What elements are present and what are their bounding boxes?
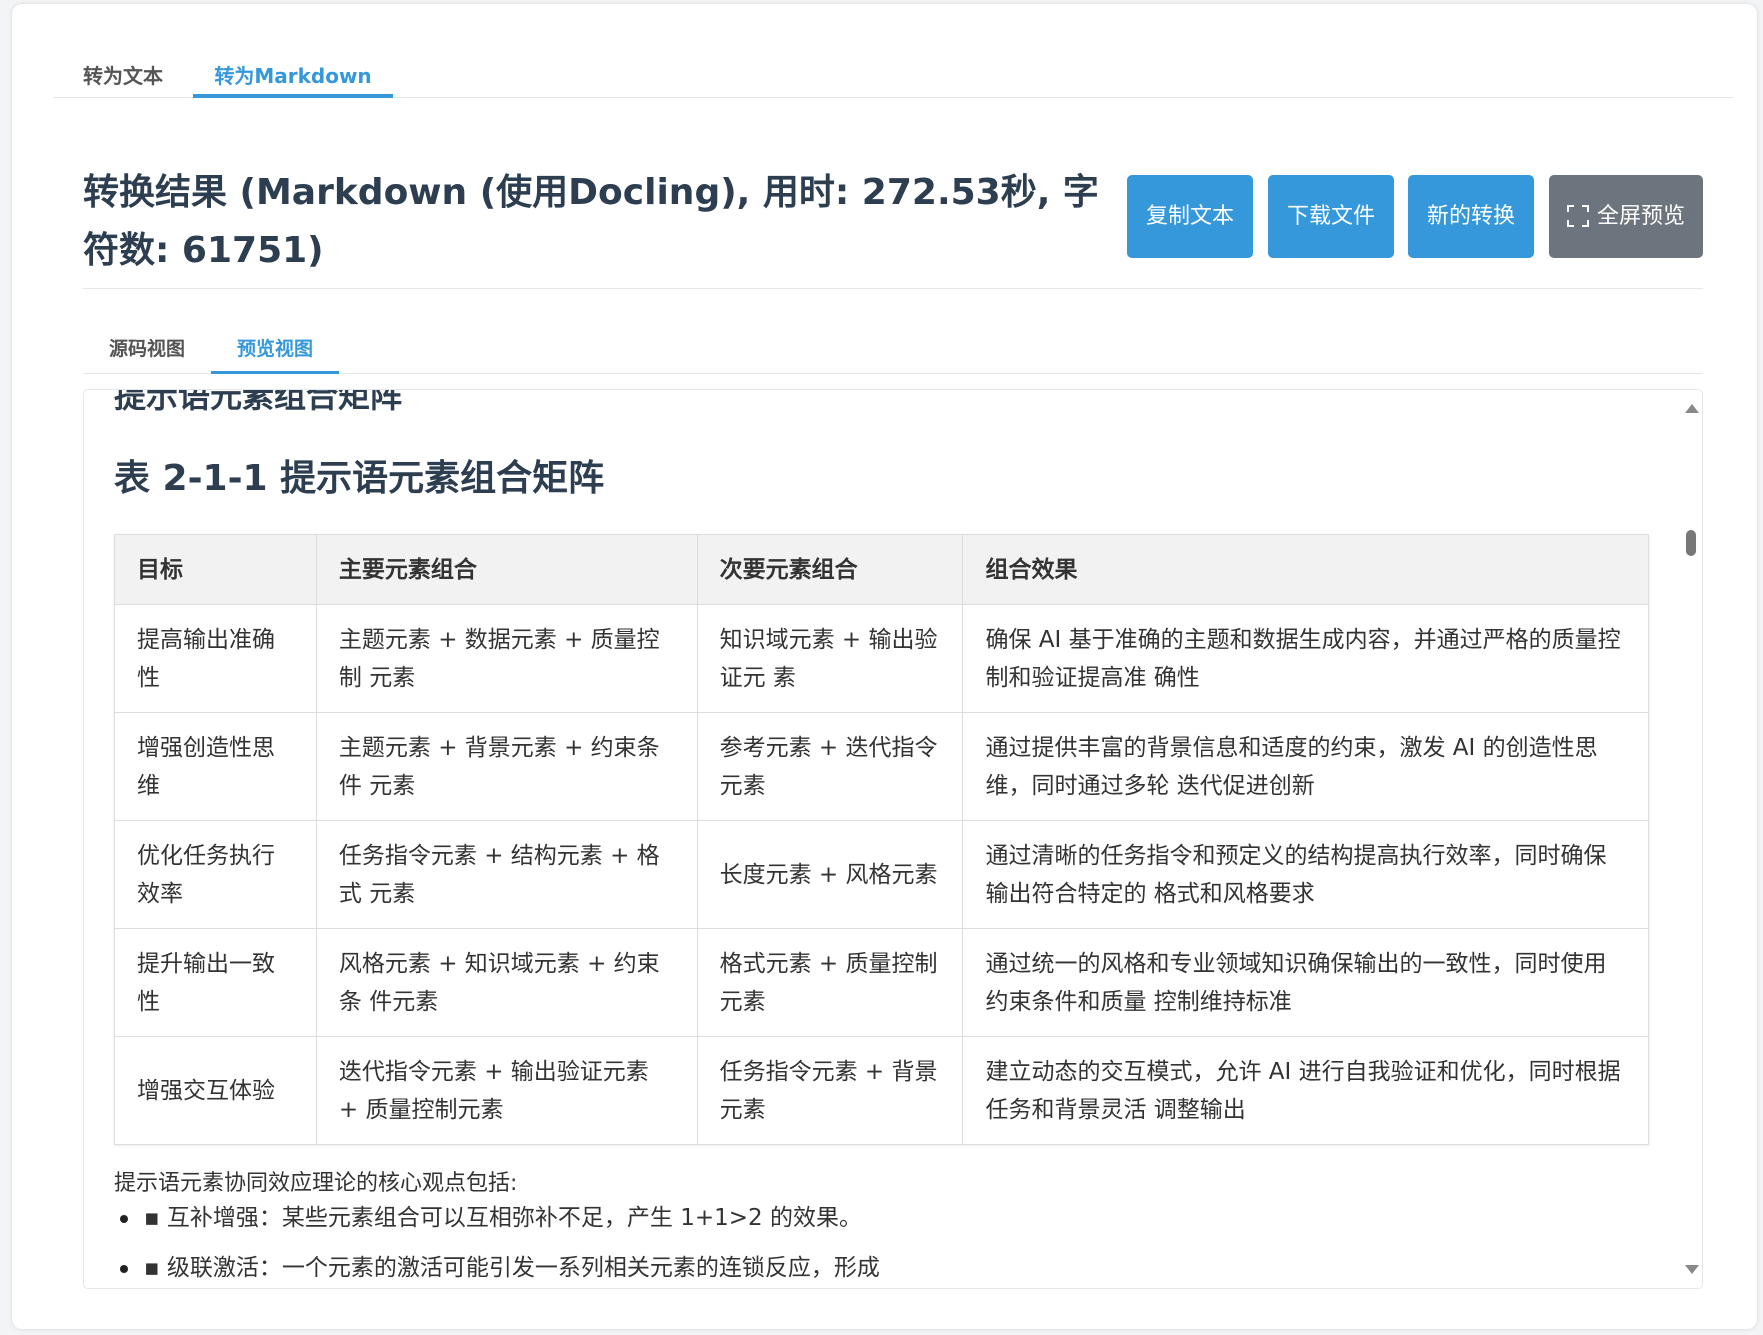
scrollbar-thumb[interactable] — [1686, 530, 1696, 556]
table-cell: 主题元素 + 背景元素 + 约束条件 元素 — [315, 712, 698, 821]
table-cell: 通过统一的风格和专业领域知识确保输出的一致性，同时使用约束条件和质量 控制维持标… — [962, 928, 1649, 1037]
table-cell: 长度元素 + 风格元素 — [696, 820, 964, 929]
table-row: 提高输出准确性 主题元素 + 数据元素 + 质量控制 元素 知识域元素 + 输出… — [114, 604, 1649, 713]
tab-to-text[interactable]: 转为文本 — [53, 50, 193, 98]
table-cell: 任务指令元素 + 结构元素 + 格式 元素 — [315, 820, 698, 929]
table-cell: 通过提供丰富的背景信息和适度的约束，激发 AI 的创造性思维，同时通过多轮 迭代… — [962, 712, 1649, 821]
table-header-row: 目标 主要元素组合 次要元素组合 组合效果 — [114, 534, 1649, 605]
result-header: 转换结果 (Markdown (使用Docling), 用时: 272.53秒,… — [83, 149, 1703, 289]
table-header-cell: 组合效果 — [962, 534, 1649, 605]
converter-panel: 转为文本 转为Markdown 转换结果 (Markdown (使用Doclin… — [12, 4, 1757, 1329]
table-header-cell: 主要元素组合 — [315, 534, 698, 605]
table-cell: 确保 AI 基于准确的主题和数据生成内容，并通过严格的质量控制和验证提高准 确性 — [962, 604, 1649, 713]
scroll-up-arrow-icon[interactable] — [1685, 404, 1699, 413]
table-cell: 提高输出准确性 — [114, 604, 317, 713]
table-cell: 知识域元素 + 输出验证元 素 — [696, 604, 964, 713]
table-cell: 任务指令元素 + 背景元素 — [696, 1036, 964, 1145]
preview-content: 提示语元素组合矩阵 表 2-1-1 提示语元素组合矩阵 目标 主要元素组合 次要… — [114, 389, 1654, 1288]
table-row: 提升输出一致性 风格元素 + 知识域元素 + 约束条 件元素 格式元素 + 质量… — [114, 928, 1649, 1037]
table-cell: 迭代指令元素 + 输出验证元素 + 质量控制元素 — [315, 1036, 698, 1145]
tab-preview-view[interactable]: 预览视图 — [211, 320, 339, 374]
table-cell: 通过清晰的任务指令和预定义的结构提高执行效率，同时确保输出符合特定的 格式和风格… — [962, 820, 1649, 929]
expand-icon — [1566, 205, 1589, 227]
list-item: ▪ 级联激活：一个元素的激活可能引发一系列相关元素的连锁反应，形成 — [114, 1253, 1654, 1283]
table-header-cell: 目标 — [114, 534, 317, 605]
table-cell: 建立动态的交互模式，允许 AI 进行自我验证和优化，同时根据任务和背景灵活 调整… — [962, 1036, 1649, 1145]
table-cell: 参考元素 + 迭代指令元素 — [696, 712, 964, 821]
view-mode-tabs: 源码视图 预览视图 — [83, 320, 1703, 374]
table-cell: 增强交互体验 — [114, 1036, 317, 1145]
table-cell: 主题元素 + 数据元素 + 质量控制 元素 — [315, 604, 698, 713]
conversion-mode-tabs: 转为文本 转为Markdown — [53, 40, 1733, 98]
synergy-bullet-list: ▪ 互补增强：某些元素组合可以互相弥补不足，产生 1+1>2 的效果。 ▪ 级联… — [114, 1203, 1654, 1283]
table-row: 优化任务执行效率 任务指令元素 + 结构元素 + 格式 元素 长度元素 + 风格… — [114, 820, 1649, 929]
table-title: 表 2-1-1 提示语元素组合矩阵 — [114, 458, 605, 499]
tab-source-view[interactable]: 源码视图 — [83, 320, 211, 374]
scroll-down-arrow-icon[interactable] — [1685, 1265, 1699, 1274]
preview-scrollbar[interactable] — [1680, 390, 1702, 1288]
table-row: 增强创造性思维 主题元素 + 背景元素 + 约束条件 元素 参考元素 + 迭代指… — [114, 712, 1649, 821]
table-cell: 风格元素 + 知识域元素 + 约束条 件元素 — [315, 928, 698, 1037]
download-file-button[interactable]: 下载文件 — [1268, 175, 1394, 258]
table-cell: 提升输出一致性 — [114, 928, 317, 1037]
new-conversion-button[interactable]: 新的转换 — [1408, 175, 1534, 258]
result-title: 转换结果 (Markdown (使用Docling), 用时: 272.53秒,… — [83, 172, 1099, 271]
table-cell: 格式元素 + 质量控制元素 — [696, 928, 964, 1037]
section-heading: 提示语元素组合矩阵 — [114, 389, 403, 415]
fullscreen-preview-label: 全屏预览 — [1596, 204, 1685, 229]
table-row: 增强交互体验 迭代指令元素 + 输出验证元素 + 质量控制元素 任务指令元素 +… — [114, 1036, 1649, 1145]
fullscreen-preview-button[interactable]: 全屏预览 — [1549, 175, 1703, 258]
list-item: ▪ 互补增强：某些元素组合可以互相弥补不足，产生 1+1>2 的效果。 — [114, 1203, 1654, 1233]
copy-text-button[interactable]: 复制文本 — [1127, 175, 1253, 258]
table-cell: 优化任务执行效率 — [114, 820, 317, 929]
tab-to-markdown[interactable]: 转为Markdown — [193, 50, 393, 98]
synergy-intro-paragraph: 提示语元素协同效应理论的核心观点包括: — [114, 1171, 518, 1196]
element-matrix-table: 目标 主要元素组合 次要元素组合 组合效果 提高输出准确性 主题元素 + 数据元… — [114, 534, 1649, 1145]
table-cell: 增强创造性思维 — [114, 712, 317, 821]
markdown-preview-pane[interactable]: 提示语元素组合矩阵 表 2-1-1 提示语元素组合矩阵 目标 主要元素组合 次要… — [83, 389, 1703, 1289]
table-header-cell: 次要元素组合 — [696, 534, 964, 605]
